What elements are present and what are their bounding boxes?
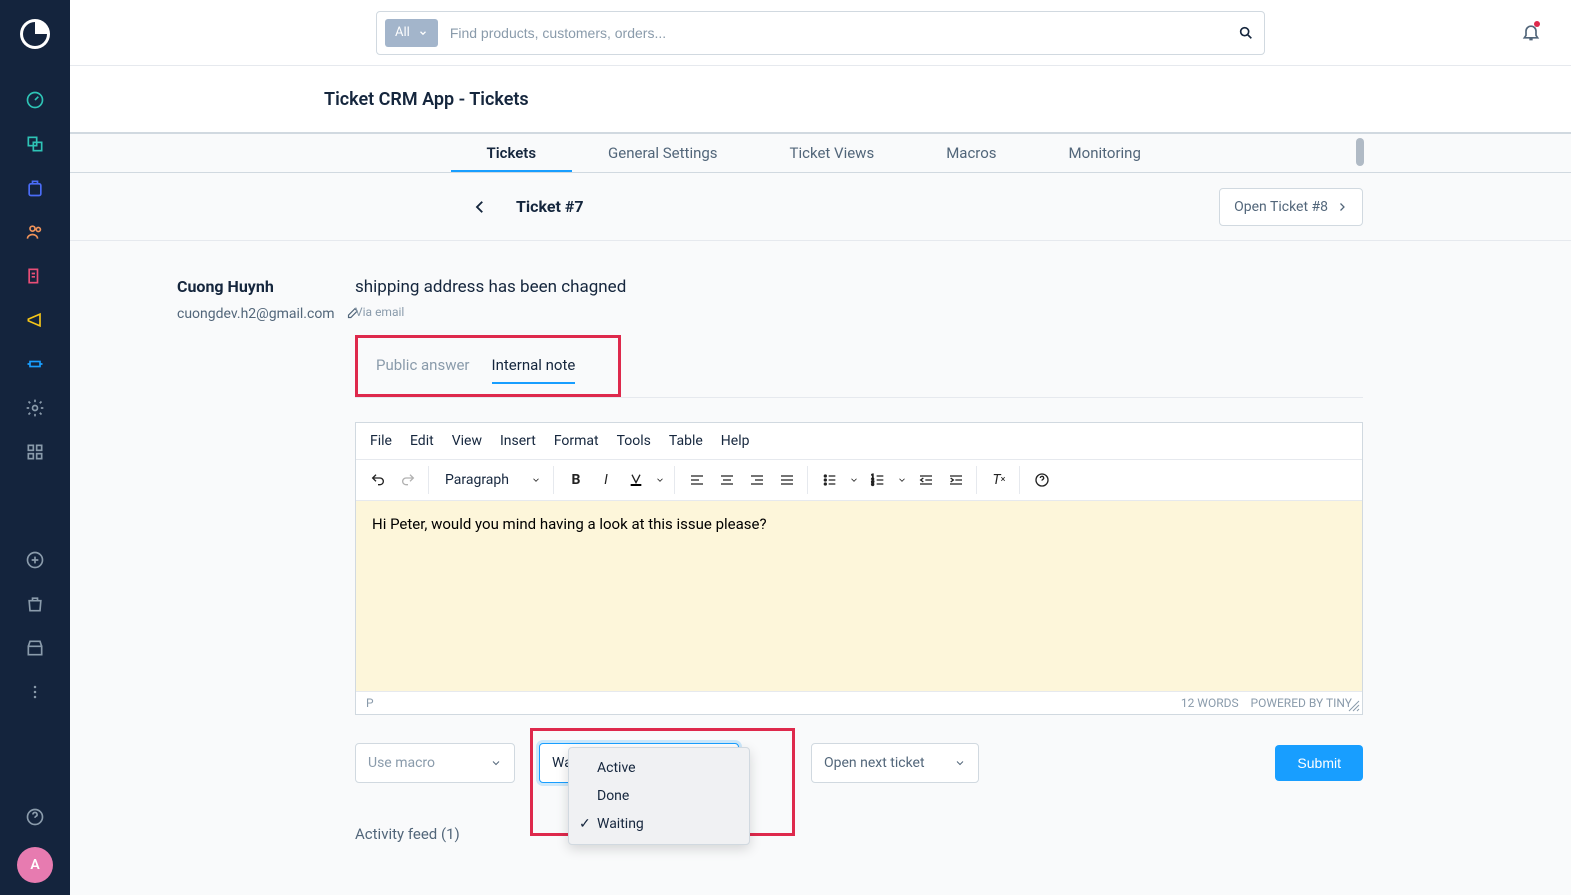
- status-dropdown-menu: Active Done Waiting: [568, 747, 750, 845]
- italic-icon[interactable]: I: [592, 466, 620, 494]
- notifications-icon[interactable]: [1521, 22, 1541, 42]
- open-next-ticket-button[interactable]: Open Ticket #8: [1219, 188, 1363, 226]
- menu-edit[interactable]: Edit: [410, 433, 434, 449]
- menu-tools[interactable]: Tools: [617, 433, 651, 449]
- reply-tabs-highlight: Public answer Internal note: [355, 335, 621, 397]
- customer-panel: Cuong Huynh cuongdev.h2@gmail.com: [70, 277, 355, 843]
- tab-internal-note[interactable]: Internal note: [492, 356, 576, 384]
- tab-macros[interactable]: Macros: [910, 134, 1032, 172]
- tab-general-settings[interactable]: General Settings: [572, 134, 754, 172]
- customers-icon[interactable]: [25, 222, 45, 242]
- align-left-icon[interactable]: [683, 466, 711, 494]
- orders-icon[interactable]: [25, 178, 45, 198]
- menu-format[interactable]: Format: [554, 433, 599, 449]
- tab-tickets[interactable]: Tickets: [451, 134, 573, 172]
- block-format-select[interactable]: Paragraph: [437, 466, 547, 494]
- search-filter-dropdown[interactable]: All: [385, 19, 438, 47]
- align-justify-icon[interactable]: [773, 466, 801, 494]
- settings-icon[interactable]: [25, 398, 45, 418]
- catalog-icon[interactable]: [25, 134, 45, 154]
- clear-format-icon[interactable]: T×: [985, 466, 1013, 494]
- status-option-done[interactable]: Done: [569, 782, 749, 810]
- activity-feed-title: Activity feed (1): [355, 825, 1363, 843]
- search-icon[interactable]: [1236, 23, 1256, 43]
- text-color-dropdown-icon[interactable]: [652, 466, 668, 494]
- add-icon[interactable]: [25, 550, 45, 570]
- undo-icon[interactable]: [364, 466, 392, 494]
- bullet-list-icon[interactable]: [816, 466, 844, 494]
- global-search: All: [376, 11, 1265, 55]
- editor-textarea[interactable]: Hi Peter, would you mind having a look a…: [356, 501, 1362, 691]
- editor-menubar: File Edit View Insert Format Tools Table…: [356, 423, 1362, 460]
- word-count: 12 WORDS: [1181, 696, 1239, 710]
- more-icon[interactable]: [25, 682, 45, 702]
- resize-handle-icon[interactable]: [1348, 700, 1360, 712]
- topbar: All: [70, 0, 1571, 66]
- app-logo: [19, 18, 51, 50]
- chevron-down-icon: [954, 757, 966, 769]
- tabs-scrollbar[interactable]: [1356, 138, 1364, 166]
- menu-table[interactable]: Table: [669, 433, 703, 449]
- chevron-down-icon: [490, 757, 502, 769]
- left-sidebar: A: [0, 0, 70, 895]
- customer-email: cuongdev.h2@gmail.com: [177, 306, 335, 322]
- menu-help[interactable]: Help: [721, 433, 750, 449]
- numbered-list-dropdown-icon[interactable]: [894, 466, 910, 494]
- editor-help-icon[interactable]: [1028, 466, 1056, 494]
- macro-select[interactable]: Use macro: [355, 743, 515, 783]
- bullet-list-dropdown-icon[interactable]: [846, 466, 862, 494]
- status-option-waiting[interactable]: Waiting: [569, 810, 749, 838]
- store-icon[interactable]: [25, 638, 45, 658]
- menu-file[interactable]: File: [370, 433, 392, 449]
- ticket-via: Via email: [355, 305, 1363, 319]
- help-icon[interactable]: [25, 807, 45, 827]
- ticket-title: Ticket #7: [516, 197, 584, 216]
- status-option-active[interactable]: Active: [569, 754, 749, 782]
- align-right-icon[interactable]: [743, 466, 771, 494]
- tab-public-answer[interactable]: Public answer: [376, 356, 470, 384]
- tab-monitoring[interactable]: Monitoring: [1033, 134, 1177, 172]
- main-tabs: Tickets General Settings Ticket Views Ma…: [451, 134, 1191, 172]
- text-color-icon[interactable]: [622, 466, 650, 494]
- apps-icon[interactable]: [25, 442, 45, 462]
- back-button[interactable]: [468, 195, 492, 219]
- editor-branding: POWERED BY TINY: [1251, 696, 1353, 710]
- menu-insert[interactable]: Insert: [500, 433, 536, 449]
- tab-ticket-views[interactable]: Ticket Views: [754, 134, 911, 172]
- submit-button[interactable]: Submit: [1275, 745, 1363, 781]
- ticket-subject: shipping address has been chagned: [355, 277, 1363, 297]
- chevron-right-icon: [1336, 201, 1348, 213]
- redo-icon[interactable]: [394, 466, 422, 494]
- extensions-icon[interactable]: [25, 354, 45, 374]
- menu-view[interactable]: View: [452, 433, 482, 449]
- bold-icon[interactable]: B: [562, 466, 590, 494]
- rich-text-editor: File Edit View Insert Format Tools Table…: [355, 422, 1363, 715]
- page-title: Ticket CRM App - Tickets: [324, 89, 529, 110]
- title-bar: Ticket CRM App - Tickets: [70, 66, 1571, 134]
- customer-name: Cuong Huynh: [177, 277, 355, 296]
- editor-toolbar: Paragraph B I: [356, 460, 1362, 501]
- shop-icon[interactable]: [25, 594, 45, 614]
- search-input[interactable]: [438, 25, 1236, 41]
- outdent-icon[interactable]: [912, 466, 940, 494]
- editor-path: P: [366, 696, 374, 710]
- next-action-select[interactable]: Open next ticket: [811, 743, 979, 783]
- marketing-icon[interactable]: [25, 310, 45, 330]
- user-avatar[interactable]: A: [17, 847, 53, 883]
- sidebar-nav: [25, 90, 45, 702]
- svg-text:3: 3: [871, 481, 874, 487]
- numbered-list-icon[interactable]: 123: [864, 466, 892, 494]
- indent-icon[interactable]: [942, 466, 970, 494]
- content-icon[interactable]: [25, 266, 45, 286]
- dashboard-icon[interactable]: [25, 90, 45, 110]
- align-center-icon[interactable]: [713, 466, 741, 494]
